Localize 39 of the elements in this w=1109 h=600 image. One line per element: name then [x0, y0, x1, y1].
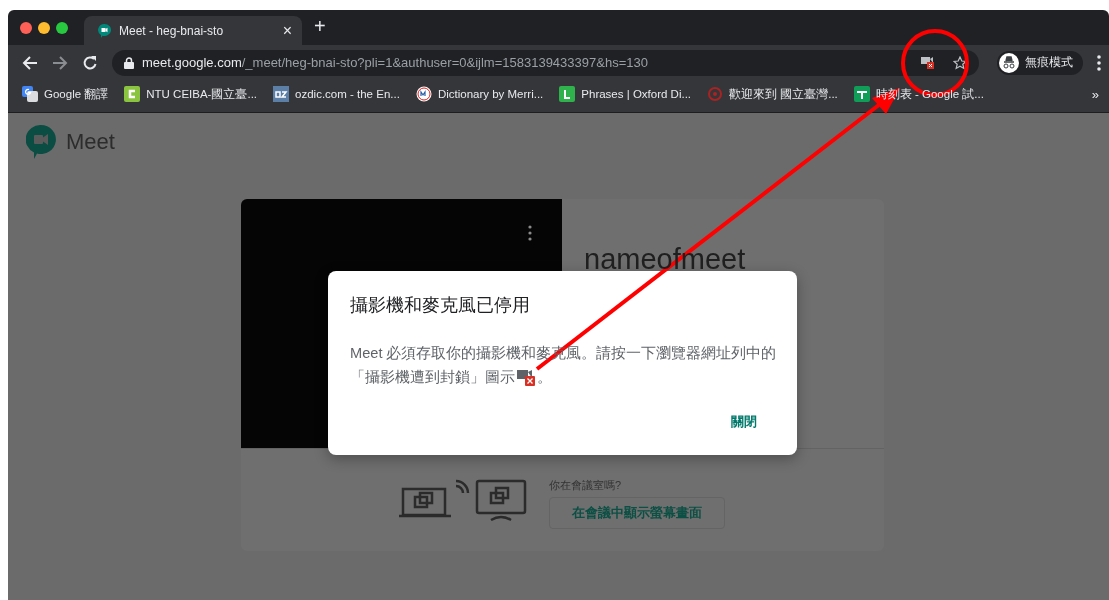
menu-icon[interactable]: [1097, 54, 1101, 71]
address-bar[interactable]: meet.google.com/_meet/heg-bnai-sto?pli=1&authuser=0&ijlm=1583139433397&hs=130: [112, 49, 979, 76]
translate-icon: [22, 86, 38, 102]
forward-icon[interactable]: [52, 54, 68, 71]
incognito-button[interactable]: 無痕模式: [997, 50, 1083, 75]
bookmark[interactable]: Dictionary by Merri...: [413, 86, 546, 102]
dialog-message: 「攝影機遭到封鎖」圖示: [350, 368, 515, 387]
letter-logo-icon: [559, 86, 576, 102]
tab-close-button[interactable]: ×: [282, 21, 292, 40]
close-window-icon[interactable]: [20, 21, 32, 34]
emblem-icon: [707, 86, 724, 102]
dialog-title: 攝影機和麥克風已停用: [350, 294, 531, 317]
maximize-window-icon[interactable]: [56, 21, 68, 34]
bookmark[interactable]: 歡迎來到 國立臺灣...: [705, 86, 840, 102]
more-bookmarks-button[interactable]: »: [1091, 86, 1099, 102]
camera-blocked-icon: [517, 368, 535, 386]
app-name: Meet: [66, 129, 115, 155]
period-text: 。: [537, 368, 552, 387]
circle-logo-icon: [415, 86, 432, 102]
bookmark[interactable]: NTU CEIBA-國立臺...: [122, 86, 260, 102]
browser-tab[interactable]: Meet - heg-bnai-sto ×: [84, 16, 302, 45]
camera-blocked-icon[interactable]: [921, 56, 935, 69]
reload-icon[interactable]: [82, 54, 98, 71]
minimize-window-icon[interactable]: [38, 21, 50, 34]
new-tab-button[interactable]: +: [314, 14, 326, 38]
star-icon[interactable]: [953, 55, 967, 70]
oz-logo-icon: [273, 86, 290, 102]
bookmark[interactable]: ozdic.com - the En...: [271, 86, 402, 102]
sheets-icon: [853, 86, 870, 102]
meet-logo-icon: [98, 23, 111, 38]
meet-logo-icon: [26, 125, 56, 159]
more-options-icon[interactable]: [528, 225, 532, 241]
bookmark[interactable]: Phrases | Oxford Di...: [557, 86, 694, 102]
close-button[interactable]: 關閉: [725, 409, 763, 435]
bookmark[interactable]: Google 翻譯: [20, 86, 111, 102]
incognito-icon: [999, 52, 1019, 73]
back-icon[interactable]: [22, 54, 38, 71]
lock-icon: [124, 56, 134, 69]
ceiba-logo-icon: [124, 86, 141, 102]
